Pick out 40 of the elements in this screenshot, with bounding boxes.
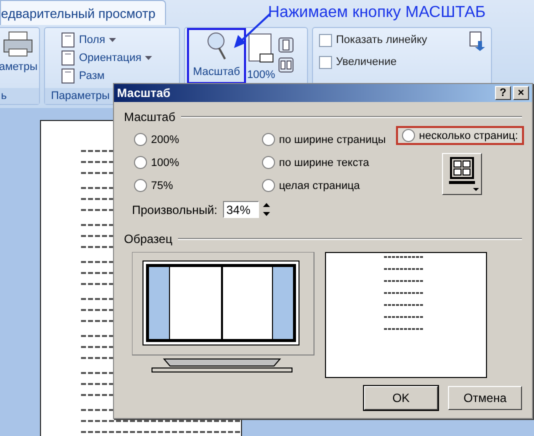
group-label: Образец [124,232,172,246]
dropdown-arrow-icon [145,56,152,60]
ok-button[interactable]: OK [364,386,438,410]
ribbon-menu-button[interactable]: Ориентация [61,49,152,67]
page-icon [61,68,75,84]
ribbon-tab[interactable]: едварительный просмотр [0,0,166,25]
zoom-radio-option[interactable]: 75% [132,176,176,195]
cancel-button[interactable]: Отмена [448,386,522,410]
two-pages-icon[interactable] [278,57,294,73]
up-arrow-icon [262,203,270,208]
help-button[interactable]: ? [495,86,511,100]
ribbon-menu-button[interactable]: Разм [61,67,152,85]
page-icon [61,50,75,66]
custom-zoom-field[interactable]: 34% [223,201,260,218]
close-button[interactable]: × [513,86,529,100]
page-arrow-icon[interactable] [469,31,485,51]
dialog-title: Масштаб [117,86,172,100]
ribbon-checkbox[interactable]: Показать линейку [319,31,428,49]
magnifier-icon [206,32,227,60]
zoom-radio-option[interactable]: 200% [132,130,182,149]
zoom-radio-option[interactable]: 100% [132,153,182,172]
zoom-radio-option[interactable]: по ширине страницы [260,130,388,149]
annotation-text: Нажимаем кнопку МАСШТАБ [268,4,486,22]
zoom-radio-option[interactable]: несколько страниц: [396,126,524,145]
pages-picker-button[interactable] [442,153,482,195]
dropdown-arrow-icon [109,38,116,42]
down-arrow-icon [262,212,270,216]
zoom-100-button[interactable]: 100% [246,31,276,83]
page-icon [61,32,75,48]
ribbon-menu-button[interactable]: Поля [61,31,152,49]
zoom-radio-option[interactable]: по ширине текста [260,153,372,172]
printer-icon [3,31,34,57]
page-icon [248,33,274,63]
ribbon-checkbox[interactable]: Увеличение [319,53,428,71]
one-page-icon[interactable] [278,37,294,53]
zoom-radio-option[interactable]: целая страница [260,176,362,195]
group-label: ь [0,88,39,104]
group-label: Масштаб [124,110,176,124]
zoom-button[interactable]: Масштаб [189,30,244,82]
custom-zoom-label: Произвольный: [132,202,218,216]
